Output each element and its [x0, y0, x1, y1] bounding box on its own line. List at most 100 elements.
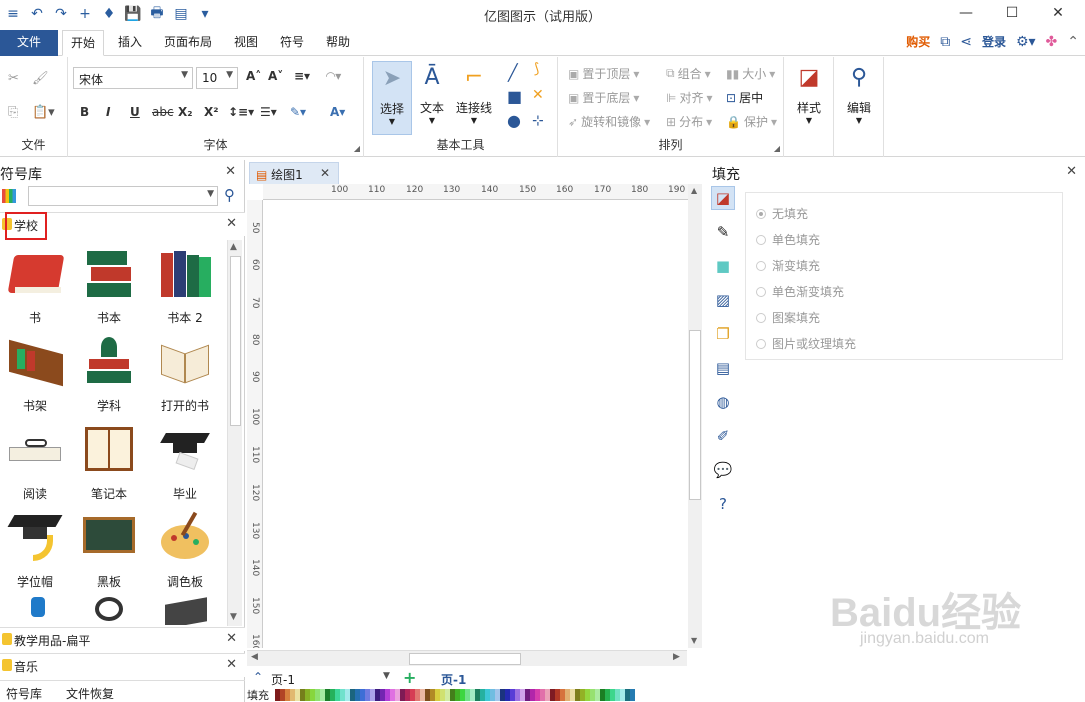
curve-tool-icon[interactable]: ⟆	[534, 61, 539, 77]
login-link[interactable]: 登录	[982, 33, 1006, 50]
symbol-graduation[interactable]: 毕业	[150, 423, 220, 502]
option-pattern-fill[interactable]: 图案填充	[756, 309, 820, 326]
protect-button[interactable]: 🔒 保护 ▾	[726, 113, 777, 130]
bring-to-front-button[interactable]: ▣ 置于顶层 ▾	[568, 65, 639, 82]
app-menu-icon[interactable]: ≡	[4, 6, 22, 22]
search-icon[interactable]: ⚲	[224, 186, 235, 204]
align-button[interactable]: ⊫ 对齐 ▾	[666, 89, 713, 106]
category-close-icon[interactable]: ✕	[226, 657, 237, 672]
minimize-button[interactable]: —	[943, 0, 989, 26]
copy-icon[interactable]: ⎘	[8, 105, 18, 120]
option-gradient-fill[interactable]: 渐变填充	[756, 257, 820, 274]
edraw-logo-icon[interactable]: ✤	[1046, 34, 1058, 50]
format-painter-icon[interactable]: 🖌	[32, 71, 49, 86]
category-header-music[interactable]: 音乐 ✕	[0, 653, 245, 677]
tab-home[interactable]: 开始	[62, 30, 104, 56]
page-select[interactable]: 页-1	[271, 671, 295, 688]
canvas-vertical-scrollbar[interactable]: ▲ ▼	[688, 184, 702, 648]
symbol-books-2[interactable]: 书本 2	[150, 247, 220, 326]
canvas-vscroll-thumb[interactable]	[689, 330, 701, 500]
rotate-mirror-button[interactable]: ➶ 旋转和镜像 ▾	[568, 113, 650, 130]
option-picture-fill[interactable]: 图片或纹理填充	[756, 335, 856, 352]
page-properties-icon[interactable]: ▤	[711, 356, 735, 380]
symbol-bookshelf[interactable]: 书架	[0, 335, 70, 414]
help-icon[interactable]: ?	[711, 492, 735, 516]
open-icon[interactable]: ♦	[100, 6, 118, 22]
tab-insert[interactable]: 插入	[112, 30, 148, 56]
cut-icon[interactable]: ✂	[8, 71, 19, 86]
category-header-teaching-flat[interactable]: 教学用品-扁平 ✕	[0, 627, 245, 651]
collapse-ribbon-icon[interactable]: ⌃	[1067, 34, 1079, 50]
center-button[interactable]: ⊡ 居中	[726, 89, 763, 106]
add-page-icon[interactable]: +	[403, 668, 416, 687]
option-no-fill[interactable]: 无填充	[756, 205, 808, 222]
buy-link[interactable]: 购买	[906, 33, 930, 50]
style-button[interactable]: ◪ 样式 ▼	[789, 61, 829, 126]
scroll-down-icon[interactable]: ▼	[691, 636, 697, 645]
text-button[interactable]: Ā 文本 ▼	[412, 61, 452, 126]
superscript-button[interactable]: X²	[204, 105, 219, 119]
tab-symbol[interactable]: 符号	[274, 30, 310, 56]
symbol-blackboard[interactable]: 黑板	[74, 511, 144, 590]
edit-button[interactable]: ⚲ 编辑 ▼	[839, 61, 879, 126]
page-select-dropdown-icon[interactable]: ▼	[383, 671, 390, 681]
scroll-right-icon[interactable]: ▶	[673, 652, 680, 662]
font-name-select[interactable]: 宋体 ▼	[73, 67, 193, 89]
crop-tool-icon[interactable]: ⊹	[532, 113, 544, 129]
italic-button[interactable]: I	[106, 105, 110, 119]
point-tool-icon[interactable]: ✕	[532, 87, 544, 103]
library-scroll-thumb[interactable]	[230, 256, 241, 426]
grow-font-icon[interactable]: A˄	[246, 69, 261, 83]
export-icon[interactable]: ▤	[172, 6, 190, 22]
font-size-select[interactable]: 10 ▼	[196, 67, 238, 89]
scroll-left-icon[interactable]: ◀	[251, 652, 258, 662]
fill-panel-close-icon[interactable]: ✕	[1066, 164, 1077, 179]
tab-view[interactable]: 视图	[228, 30, 264, 56]
shrink-font-icon[interactable]: A˅	[268, 69, 283, 83]
symbol-open-book[interactable]: 打开的书	[150, 335, 220, 414]
ellipse-tool-icon[interactable]: ●	[507, 111, 521, 130]
bullets-icon[interactable]: ☰▾	[260, 105, 277, 119]
undo-icon[interactable]: ↶	[28, 6, 46, 22]
rectangle-tool-icon[interactable]: ■	[507, 87, 522, 106]
library-close-icon[interactable]: ✕	[225, 164, 236, 179]
option-single-gradient-fill[interactable]: 单色渐变填充	[756, 283, 844, 300]
document-close-icon[interactable]: ✕	[320, 166, 330, 180]
document-tab[interactable]: ▤ 绘图1 ✕	[249, 162, 339, 184]
connector-button[interactable]: ⌐ 连接线 ▼	[452, 61, 496, 126]
library-scrollbar[interactable]: ▲ ▼	[227, 240, 242, 626]
bold-button[interactable]: B	[80, 105, 89, 119]
tab-symbol-library[interactable]: 符号库	[6, 685, 42, 702]
strikethrough-button[interactable]: abc	[152, 105, 174, 119]
hyperlink-globe-icon[interactable]: ◍	[711, 390, 735, 414]
align-icon[interactable]: ≡▾	[294, 69, 310, 83]
library-search-input[interactable]: ▼	[28, 186, 218, 206]
category-close-icon[interactable]: ✕	[226, 631, 237, 646]
symbol-magnifier[interactable]	[74, 597, 144, 625]
symbol-books[interactable]: 书本	[74, 247, 144, 326]
size-button[interactable]: ▮▮ 大小 ▾	[726, 65, 775, 82]
drawing-canvas[interactable]	[264, 201, 688, 648]
save-icon[interactable]: 💾	[124, 6, 142, 22]
fill-icon[interactable]: ◪	[711, 186, 735, 210]
settings-gear-icon[interactable]: ⚙▾	[1016, 34, 1036, 50]
group-button[interactable]: ⧉ 组合 ▾	[666, 65, 711, 82]
customize-icon[interactable]: ▾	[196, 6, 214, 22]
symbol-reading[interactable]: 阅读	[0, 423, 70, 502]
canvas-horizontal-scrollbar[interactable]: ◀ ▶	[247, 650, 687, 666]
underline-button[interactable]: U	[130, 105, 140, 119]
highlight-icon[interactable]: ✎▾	[290, 105, 306, 119]
distribute-button[interactable]: ⊞ 分布 ▾	[666, 113, 712, 130]
comment-icon[interactable]: 💬	[711, 458, 735, 482]
tab-page-layout[interactable]: 页面布局	[160, 30, 216, 56]
redo-icon[interactable]: ↷	[52, 6, 70, 22]
font-color-icon[interactable]: A▾	[330, 105, 345, 119]
option-solid-fill[interactable]: 单色填充	[756, 231, 820, 248]
scroll-up-icon[interactable]: ▲	[230, 242, 237, 252]
share-screen-icon[interactable]: ⧉	[940, 34, 950, 50]
color-swatch[interactable]	[630, 689, 635, 701]
text-direction-icon[interactable]: ◠▾	[326, 69, 341, 83]
tab-help[interactable]: 帮助	[320, 30, 356, 56]
canvas-hscroll-thumb[interactable]	[409, 653, 521, 665]
tab-file[interactable]: 文件	[0, 30, 58, 56]
